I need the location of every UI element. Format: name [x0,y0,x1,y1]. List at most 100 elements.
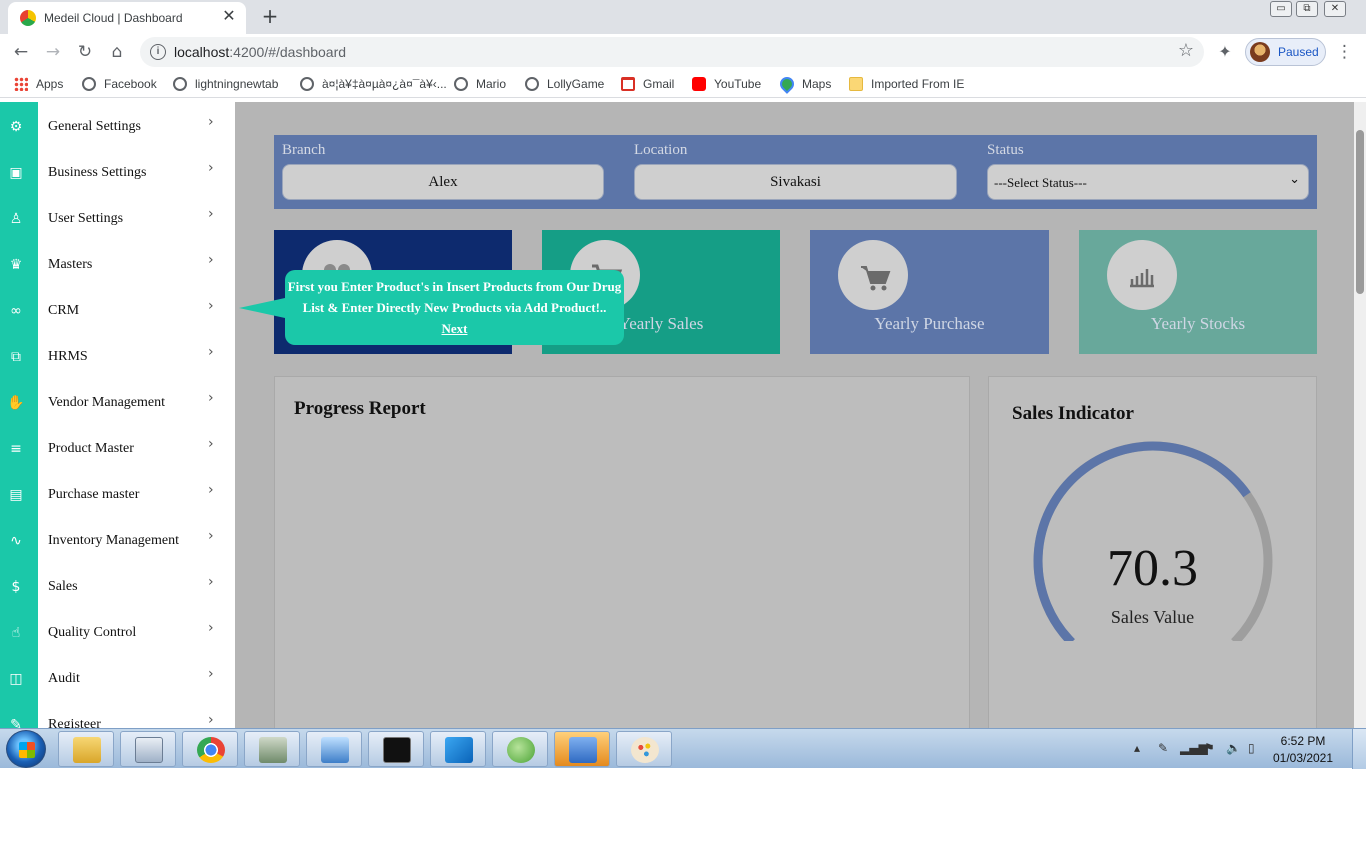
location-field[interactable]: Sivakasi [634,164,957,200]
bookmark-lightningnewtab[interactable]: lightningnewtab [173,76,278,94]
thumbs-up-icon[interactable]: ☝ [7,624,25,642]
book-icon[interactable]: ▤ [7,486,25,504]
taskbar-remote-desktop[interactable] [244,731,300,767]
sidebar-item-audit[interactable]: Audit › [38,656,235,702]
sidebar-item-user-settings[interactable]: User Settings › [38,196,235,242]
close-tab-icon[interactable]: ✕ [220,8,238,26]
tooltip-next-link[interactable]: Next [285,318,624,339]
tab-title: Medeil Cloud | Dashboard [44,11,183,25]
scrollbar-thumb[interactable] [1356,130,1364,294]
crown-icon[interactable]: ♛ [7,256,25,274]
forward-arrow-icon[interactable]: → [41,40,65,64]
bookmark-star-icon[interactable]: ☆ [1178,40,1194,61]
profile-button[interactable]: Paused [1245,38,1326,66]
dollar-icon[interactable]: $ [7,578,25,596]
home-icon[interactable]: ⌂ [105,40,129,64]
sidebar-item-vendor-management[interactable]: Vendor Management › [38,380,235,426]
vscode-icon [445,737,473,763]
bookmark-gmail[interactable]: Gmail [621,76,674,94]
link-icon[interactable]: ∞ [7,302,25,320]
back-arrow-icon[interactable]: ← [9,40,33,64]
sidebar-item-general-settings[interactable]: General Settings › [38,104,235,150]
taskbar-chrome[interactable] [182,731,238,767]
sidebar-item-quality-control[interactable]: Quality Control › [38,610,235,656]
sidebar-item-label: Purchase master [48,487,140,502]
taskbar-calculator[interactable] [120,731,176,767]
sidebar-item-registeer[interactable]: Registeer › [38,702,235,728]
taskbar-terminal[interactable] [368,731,424,767]
chevron-down-icon: ⌄ [1289,172,1300,187]
chevron-right-icon: › [208,344,214,360]
chrome-icon [197,737,225,763]
restore-button[interactable]: ⧉ [1296,1,1318,17]
globe-icon [525,77,539,91]
volume-icon[interactable]: 🔈 [1226,741,1241,755]
globe-icon [173,77,187,91]
branch-field[interactable]: Alex [282,164,604,200]
avatar [1250,42,1270,62]
sidebar-item-purchase-master[interactable]: Purchase master › [38,472,235,518]
site-info-icon[interactable]: i [150,44,166,60]
taskbar-control-panel[interactable] [306,731,362,767]
hand-icon[interactable]: ✋ [7,394,25,412]
start-button[interactable] [6,730,46,768]
action-center-flag-icon[interactable]: ⚑ [1204,741,1215,755]
sidebar-item-sales[interactable]: Sales › [38,564,235,610]
pencil-icon[interactable]: ✎ [7,716,25,728]
gear-icon[interactable]: ⚙ [7,118,25,136]
pulse-icon[interactable]: ∿ [7,532,25,550]
active-tab[interactable]: Medeil Cloud | Dashboard ✕ [8,2,246,34]
users-app-icon [569,737,597,763]
sidebar-icon-rail: ⚙ ▣ ♙ ♛ ∞ ⧉ ✋ ≡ ▤ ∿ $ ☝ ◫ ✎ [0,102,38,728]
database-icon[interactable]: ≡ [7,440,25,458]
stat-card-yearly-purchase[interactable]: Yearly Purchase [810,230,1049,354]
bookmark-facebook[interactable]: Facebook [82,76,157,94]
show-hidden-icons-icon[interactable]: ▴ [1134,741,1140,755]
status-select[interactable]: ---Select Status--- ⌄ [987,164,1309,200]
open-book-icon[interactable]: ◫ [7,670,25,688]
new-tab-button[interactable]: + [258,5,282,29]
stat-card-yearly-stocks[interactable]: Yearly Stocks [1079,230,1317,354]
minimize-button[interactable]: ▭ [1270,1,1292,17]
bookmark-imported-from-ie[interactable]: Imported From IE [849,76,964,94]
sidebar-item-product-master[interactable]: Product Master › [38,426,235,472]
tray-app-icon[interactable]: ✎ [1158,741,1168,755]
bookmark-mario[interactable]: Mario [454,76,506,94]
sidebar-item-label: Product Master [48,441,134,456]
sidebar-item-business-settings[interactable]: Business Settings › [38,150,235,196]
show-desktop-button[interactable] [1352,729,1366,769]
sidebar-item-crm[interactable]: CRM › [38,288,235,334]
sidebar-item-label: HRMS [48,349,88,364]
taskbar-vscode[interactable] [430,731,486,767]
close-window-button[interactable]: ✕ [1324,1,1346,17]
bookmark-maps[interactable]: Maps [777,74,831,94]
bookmark-youtube[interactable]: YouTube [692,76,761,94]
save-icon[interactable]: ▣ [7,164,25,182]
vertical-scrollbar[interactable] [1354,102,1366,728]
chevron-right-icon: › [208,482,214,498]
taskbar-paint[interactable] [616,731,672,767]
card-icon-circle [1107,240,1177,310]
bookmark-apps[interactable]: Apps [14,76,63,94]
taskbar-explorer[interactable] [58,731,114,767]
status-selected-value: ---Select Status--- [994,175,1087,190]
more-menu-icon[interactable]: ⋮ [1336,40,1353,64]
clock-time[interactable]: 6:52 PM [1268,734,1338,748]
people-icon[interactable]: ⧉ [7,348,25,366]
taskbar-users-app[interactable] [554,731,610,767]
taskbar-spring[interactable] [492,731,548,767]
sidebar-item-hrms[interactable]: HRMS › [38,334,235,380]
sidebar-item-label: Vendor Management [48,395,166,410]
sidebar-item-masters[interactable]: Masters › [38,242,235,288]
power-icon[interactable]: ▯ [1248,741,1255,755]
address-bar[interactable]: i localhost:4200/#/dashboard ☆ [140,37,1204,67]
clock-date[interactable]: 01/03/2021 [1268,751,1338,765]
chevron-right-icon: › [208,114,214,130]
extensions-puzzle-icon[interactable]: ✦ [1215,42,1235,62]
bookmark-devotional[interactable]: à¤¦à¥‡à¤µà¤¿à¤¯à¥‹... [300,76,447,94]
bookmark-lollygame[interactable]: LollyGame [525,76,604,94]
windows-logo-icon [19,742,35,758]
user-icon[interactable]: ♙ [7,210,25,228]
sidebar-item-inventory-management[interactable]: Inventory Management › [38,518,235,564]
reload-icon[interactable]: ↻ [73,40,97,64]
